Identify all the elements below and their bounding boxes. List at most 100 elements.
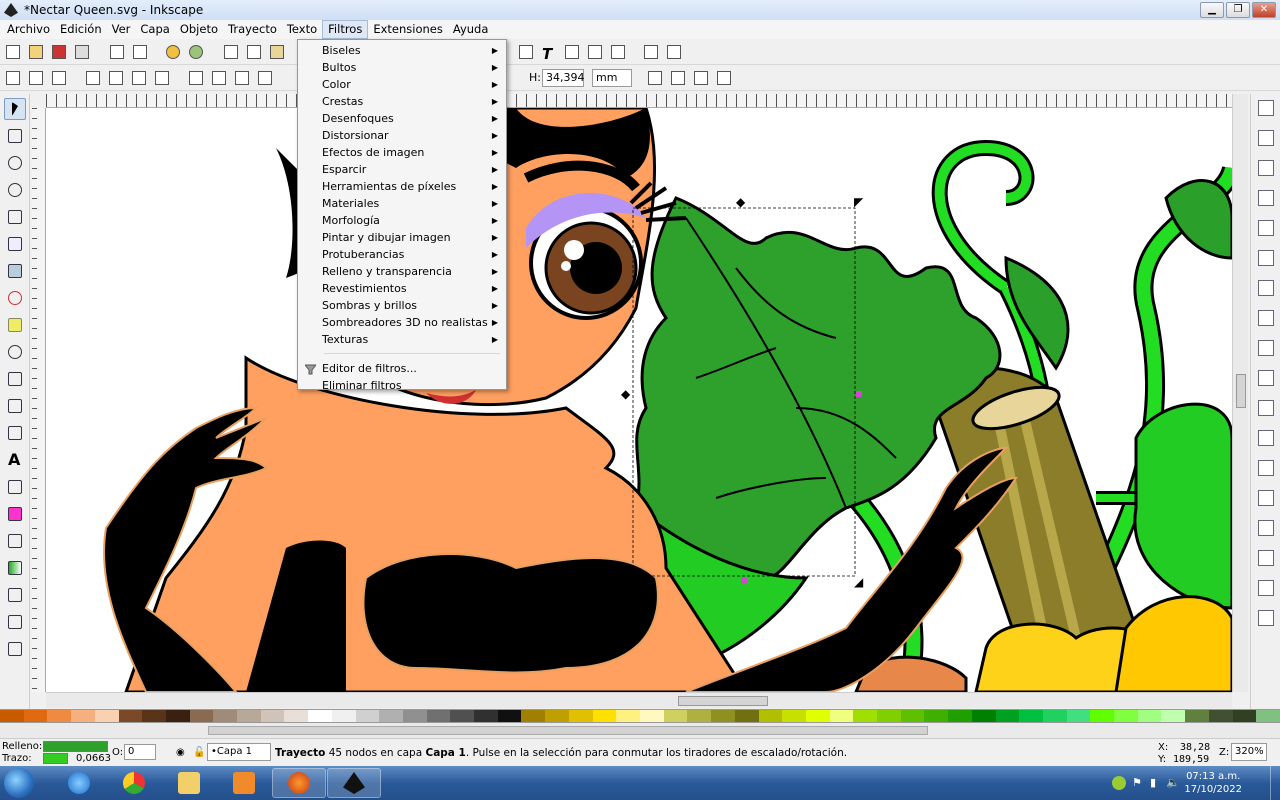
filter-menu-item[interactable]: Relleno y transparencia ▶ [300, 263, 504, 280]
spray-tool-icon[interactable] [4, 476, 26, 498]
menu-capa[interactable]: Capa [135, 20, 174, 39]
palette-swatch[interactable] [379, 710, 403, 722]
palette-swatch[interactable] [734, 710, 759, 722]
unit-select[interactable]: mm [592, 69, 632, 87]
flip-vertical-icon[interactable] [153, 69, 171, 87]
horizontal-scrollbar[interactable] [46, 692, 1232, 708]
ellipse-tool-icon[interactable] [4, 287, 26, 309]
cut-icon[interactable] [245, 43, 263, 61]
filter-menu-item[interactable]: Bultos ▶ [300, 59, 504, 76]
minimize-button[interactable]: ▁ [1200, 2, 1224, 18]
align-icon[interactable] [609, 43, 627, 61]
media-player-icon[interactable] [217, 768, 271, 798]
palette-swatch[interactable] [971, 710, 996, 722]
snap-bbox-corner-icon[interactable] [1258, 190, 1274, 206]
palette-swatch[interactable] [165, 710, 190, 722]
palette-swatch[interactable] [758, 710, 783, 722]
maximize-button[interactable]: ❐ [1226, 2, 1250, 18]
stroke-swatch[interactable] [43, 753, 68, 764]
fill-swatch[interactable] [43, 741, 108, 752]
palette-swatch[interactable] [260, 710, 285, 722]
palette-swatch[interactable] [829, 710, 854, 722]
palette-swatch[interactable] [687, 710, 712, 722]
snap-bbox-icon[interactable] [1258, 130, 1274, 146]
palette-swatch[interactable] [331, 710, 356, 722]
menu-filtros[interactable]: Filtros [322, 20, 369, 39]
eraser-tool-icon[interactable] [4, 503, 26, 525]
snap-enable-icon[interactable] [1258, 100, 1274, 116]
spiral-tool-icon[interactable] [4, 341, 26, 363]
chrome-icon[interactable] [107, 768, 161, 798]
fill-stroke-icon[interactable] [517, 43, 535, 61]
palette-swatch[interactable] [94, 710, 119, 722]
palette-swatch[interactable] [1256, 710, 1280, 722]
taskbar-clock[interactable]: 07:13 a.m. 17/10/2022 [1184, 770, 1242, 796]
palette-swatch[interactable] [1019, 710, 1043, 722]
palette-swatch[interactable] [616, 710, 640, 722]
calligraphy-tool-icon[interactable] [4, 422, 26, 444]
save-icon[interactable] [50, 43, 68, 61]
palette-swatch[interactable] [0, 710, 24, 722]
network-icon[interactable]: ▮ [1150, 776, 1164, 790]
undo-icon[interactable] [164, 43, 182, 61]
3d-box-tool-icon[interactable] [4, 260, 26, 282]
palette-swatch[interactable] [450, 710, 475, 722]
filter-menu-item[interactable]: Efectos de imagen ▶ [300, 144, 504, 161]
snap-cusp-icon[interactable] [1258, 370, 1274, 386]
connector-tool-icon[interactable] [4, 638, 26, 660]
filter-menu-item[interactable]: Pintar y dibujar imagen ▶ [300, 229, 504, 246]
palette-swatch[interactable] [1090, 710, 1115, 722]
filter-menu-item[interactable]: Texturas ▶ [300, 331, 504, 348]
palette-swatch[interactable] [1137, 710, 1162, 722]
measure-tool-icon[interactable] [4, 206, 26, 228]
menu-ver[interactable]: Ver [107, 20, 136, 39]
show-desktop-button[interactable] [1270, 766, 1280, 800]
tray-app-icon[interactable] [1112, 776, 1126, 790]
vertical-scrollbar[interactable] [1232, 94, 1248, 692]
palette-swatch[interactable] [1042, 710, 1067, 722]
palette-swatch[interactable] [805, 710, 830, 722]
tweak-tool-icon[interactable] [4, 152, 26, 174]
menu-archivo[interactable]: Archivo [2, 20, 55, 39]
select-all-layers-icon[interactable] [27, 69, 45, 87]
palette-swatch[interactable] [1161, 710, 1186, 722]
palette-swatch[interactable] [1066, 710, 1091, 722]
palette-swatch[interactable] [545, 710, 569, 722]
select-all-icon[interactable] [4, 69, 22, 87]
mesh-tool-icon[interactable] [4, 584, 26, 606]
zoom-tool-icon[interactable] [4, 179, 26, 201]
palette-swatch[interactable] [592, 710, 617, 722]
palette-swatch[interactable] [877, 710, 901, 722]
snap-page-border-icon[interactable] [1258, 550, 1274, 566]
snap-intersection-icon[interactable] [1258, 340, 1274, 356]
palette-swatch[interactable] [782, 710, 806, 722]
document-properties-icon[interactable] [642, 43, 660, 61]
palette-swatch[interactable] [497, 710, 522, 722]
xml-editor-icon[interactable] [586, 43, 604, 61]
layers-icon[interactable] [563, 43, 581, 61]
filter-menu-item[interactable]: Desenfoques ▶ [300, 110, 504, 127]
internet-explorer-icon[interactable] [52, 768, 106, 798]
filter-menu-item[interactable]: Morfología ▶ [300, 212, 504, 229]
palette-swatch[interactable] [1208, 710, 1233, 722]
palette-swatch[interactable] [995, 710, 1020, 722]
filter-menu-item[interactable]: Revestimientos ▶ [300, 280, 504, 297]
text-tool-icon[interactable]: A [4, 449, 26, 471]
snap-bbox-center-icon[interactable] [1258, 250, 1274, 266]
palette-swatch[interactable] [213, 710, 238, 722]
height-input[interactable]: 34,394 [542, 69, 585, 87]
scale-corners-icon[interactable] [669, 69, 687, 87]
filter-menu-item[interactable]: Sombreadores 3D no realistas ▶ [300, 314, 504, 331]
inkscape-taskbar-icon[interactable] [327, 768, 381, 798]
filter-menu-item[interactable]: Herramientas de píxeles ▶ [300, 178, 504, 195]
menu-texto[interactable]: Texto [282, 20, 322, 39]
snap-bbox-edge-icon[interactable] [1258, 160, 1274, 176]
color-palette[interactable] [0, 709, 1280, 723]
filter-menu-item[interactable]: Protuberancias ▶ [300, 246, 504, 263]
filter-menu-item[interactable]: Distorsionar ▶ [300, 127, 504, 144]
palette-scrollbar[interactable] [0, 723, 1280, 738]
move-gradients-icon[interactable] [692, 69, 710, 87]
star-tool-icon[interactable] [4, 314, 26, 336]
snap-nodes-icon[interactable] [1258, 280, 1274, 296]
lower-to-bottom-icon[interactable] [256, 69, 274, 87]
